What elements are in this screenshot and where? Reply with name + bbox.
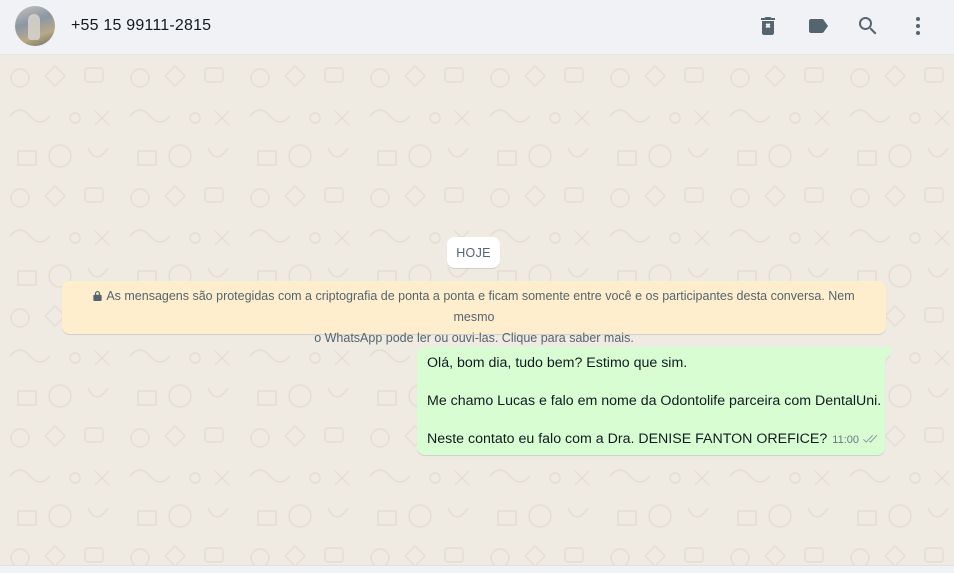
message-meta: 11:00 xyxy=(832,431,878,450)
encryption-text-2: o WhatsApp pode ler ou ouvi-las. Clique … xyxy=(314,331,634,345)
delete-icon[interactable] xyxy=(756,14,780,38)
encryption-text-1: As mensagens são protegidas com a cripto… xyxy=(106,289,855,324)
encryption-notice[interactable]: As mensagens são protegidas com a cripto… xyxy=(62,281,886,345)
message-time: 11:00 xyxy=(832,434,859,446)
search-icon[interactable] xyxy=(856,14,880,38)
footer-strip xyxy=(0,565,954,573)
double-check-icon xyxy=(862,435,878,446)
date-chip: HOJE xyxy=(447,237,500,268)
bubble-tail xyxy=(885,347,893,360)
message-line: Me chamo Lucas e falo em nome da Odontol… xyxy=(427,393,882,409)
message-line: Neste contato eu falo com a Dra. DENISE … xyxy=(427,431,828,447)
chat-area[interactable]: HOJE As mensagens são protegidas com a c… xyxy=(0,56,954,565)
encryption-notice-line1: As mensagens são protegidas com a cripto… xyxy=(74,286,874,328)
menu-icon[interactable] xyxy=(906,14,930,38)
message-bubble-outgoing[interactable]: Olá, bom dia, tudo bem? Estimo que sim. … xyxy=(417,347,893,455)
chat-header: +55 15 99111-2815 xyxy=(0,0,954,55)
contact-avatar[interactable] xyxy=(15,6,55,46)
message-line: Olá, bom dia, tudo bem? Estimo que sim. xyxy=(427,355,688,371)
contact-name[interactable]: +55 15 99111-2815 xyxy=(71,17,211,35)
lock-icon xyxy=(93,287,102,301)
label-icon[interactable] xyxy=(806,14,830,38)
